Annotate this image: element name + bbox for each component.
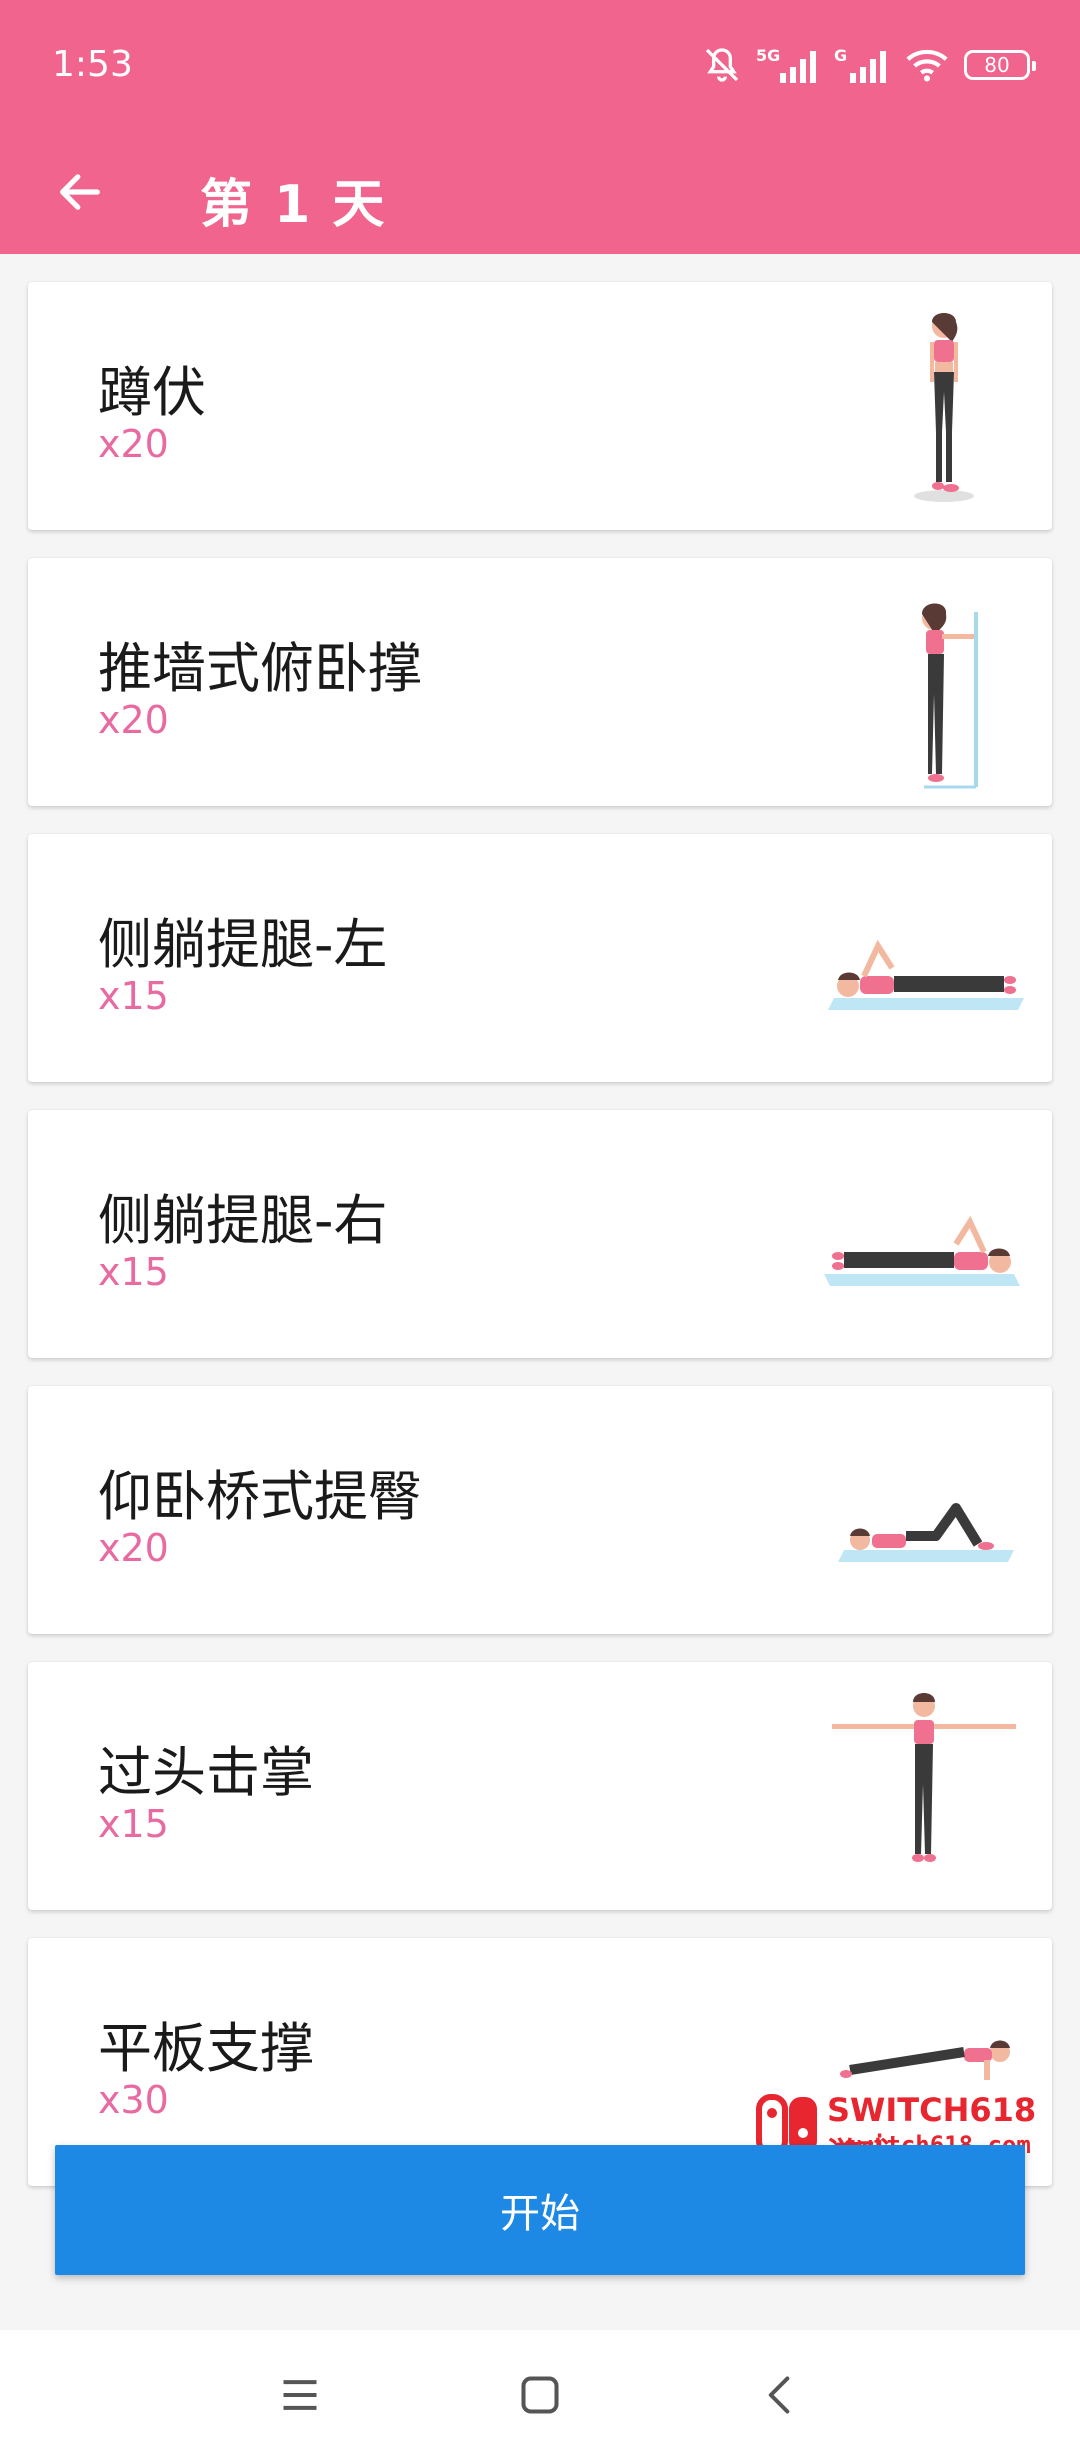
exercise-name: 蹲伏 (98, 361, 206, 424)
mute-bell-icon (705, 48, 739, 82)
status-icons: 5G G 80 (702, 40, 1036, 90)
svg-text:G: G (834, 46, 847, 65)
exercise-card[interactable]: 过头击掌 x15 (28, 1662, 1052, 1910)
exercise-reps: x15 (98, 1802, 169, 1846)
battery-icon: 80 (964, 50, 1036, 80)
exercise-name: 过头击掌 (98, 1741, 314, 1804)
nav-back-button[interactable] (740, 2360, 820, 2430)
back-button[interactable] (40, 152, 120, 232)
exercise-name: 侧躺提腿-右 (98, 1189, 388, 1252)
status-time: 1:53 (52, 44, 133, 85)
home-button[interactable] (500, 2360, 580, 2430)
side-lying-right-figure-icon (824, 1215, 1020, 1286)
exercise-reps: x15 (98, 974, 169, 1018)
exercise-name: 平板支撑 (98, 2017, 314, 2080)
wifi-icon (906, 49, 948, 82)
start-button[interactable]: 开始 (55, 2145, 1025, 2275)
home-icon (521, 2376, 559, 2414)
exercise-card[interactable]: 仰卧桥式提臀 x20 (28, 1386, 1052, 1634)
exercise-reps: x30 (98, 2078, 169, 2122)
recents-button[interactable] (260, 2360, 340, 2430)
exercise-name: 仰卧桥式提臀 (98, 1465, 422, 1528)
wall-pushup-figure-icon (922, 603, 978, 789)
exercise-card[interactable]: 侧躺提腿-右 x15 (28, 1110, 1052, 1358)
exercise-reps: x20 (98, 422, 169, 466)
exercise-list: 蹲伏 x20 推墙式俯卧撑 x20 侧躺提腿-左 x15 侧躺提腿-右 x15 … (28, 282, 1052, 2214)
exercise-name: 推墙式俯卧撑 (98, 637, 422, 700)
arms-out-figure-icon (832, 1693, 1016, 1862)
exercise-card[interactable]: 蹲伏 x20 (28, 282, 1052, 530)
exercise-card[interactable]: 推墙式俯卧撑 x20 (28, 558, 1052, 806)
signal-g-icon: G (834, 46, 886, 83)
bridge-figure-icon (838, 1503, 1014, 1562)
toolbar: 第 1 天 (0, 130, 1080, 254)
exercise-reps: x20 (98, 1526, 169, 1570)
exercise-name: 侧躺提腿-左 (98, 913, 388, 976)
navigation-bar (0, 2330, 1080, 2460)
app-header: 1:53 5G G 80 第 1 天 (0, 0, 1080, 254)
side-lying-left-figure-icon (828, 939, 1024, 1010)
menu-icon (283, 2380, 317, 2410)
svg-text:5G: 5G (756, 46, 780, 65)
arrow-left-icon (60, 174, 100, 210)
page-title: 第 1 天 (200, 175, 387, 235)
status-bar: 1:53 5G G 80 (0, 0, 1080, 130)
exercise-reps: x20 (98, 698, 169, 742)
standing-figure-icon (914, 313, 974, 502)
signal-5g-icon: 5G (756, 46, 816, 83)
exercise-card[interactable]: 侧躺提腿-左 x15 (28, 834, 1052, 1082)
exercise-reps: x15 (98, 1250, 169, 1294)
battery-level: 80 (984, 53, 1010, 77)
back-icon (768, 2376, 790, 2414)
